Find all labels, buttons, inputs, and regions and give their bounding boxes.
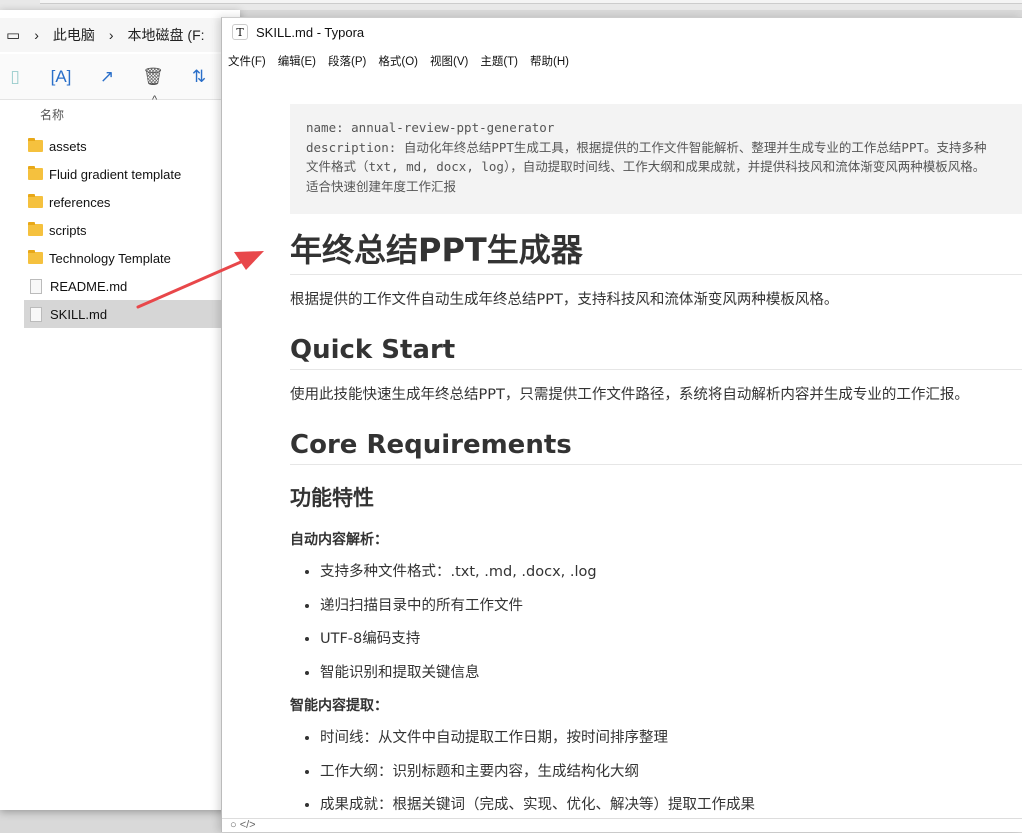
red-arrow-annotation xyxy=(136,251,264,309)
